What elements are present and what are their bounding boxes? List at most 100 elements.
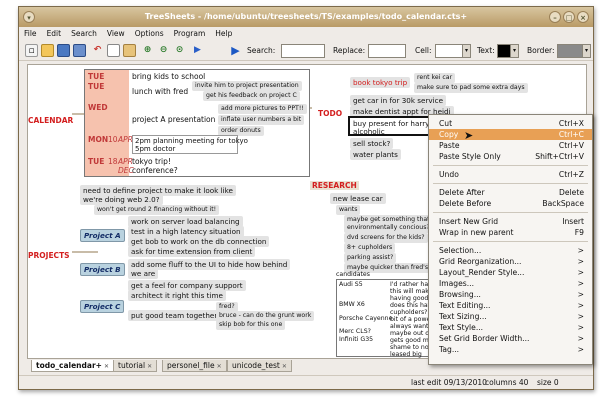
replace-input[interactable] — [368, 44, 406, 58]
menu-item-browsing[interactable]: Browsing... > — [429, 289, 592, 300]
calendar-entry[interactable]: project A presentation — [132, 115, 215, 124]
search-input[interactable] — [281, 44, 325, 58]
zoom-out-icon[interactable]: ⊖ — [157, 44, 170, 57]
project-b-item[interactable]: we are — [128, 268, 159, 279]
menu-item-text-editing[interactable]: Text Editing... > — [429, 300, 592, 311]
play-icon[interactable]: ▶ — [229, 44, 242, 57]
calendar-entry[interactable]: tokyo trip! — [132, 157, 171, 166]
candidate-car[interactable]: Merc CLS? — [339, 328, 371, 336]
minimize-icon[interactable]: – — [549, 11, 561, 23]
todo-item[interactable]: book tokyo trip — [350, 77, 411, 88]
copy-icon[interactable] — [107, 44, 120, 57]
text-color-select[interactable]: ▾ — [497, 44, 519, 58]
project-a-item[interactable]: ask for time extension from client — [128, 246, 256, 257]
candidate-car[interactable]: Audi S5 — [339, 281, 363, 289]
tab-personel-file[interactable]: personel_file ✕ — [162, 360, 227, 372]
project-intro[interactable]: we're doing web 2.0? — [80, 194, 163, 205]
menu-item-cut[interactable]: Cut Ctrl+X — [429, 118, 592, 129]
zoom-in-icon[interactable]: ⊕ — [141, 44, 154, 57]
calendar-entry[interactable]: conference? — [132, 166, 178, 175]
project-c-item[interactable]: architect it right this time — [128, 290, 226, 301]
wants-label[interactable]: wants — [336, 205, 361, 215]
save-as-icon[interactable] — [73, 44, 86, 57]
calendar-subitem[interactable]: inflate user numbers a bit — [218, 115, 305, 125]
project-c-label[interactable]: Project C — [80, 300, 125, 313]
wants-item[interactable]: environmentally concious? — [344, 223, 433, 233]
menu-item-images[interactable]: Images... > — [429, 278, 592, 289]
border-color-select[interactable]: ▾ — [557, 44, 591, 58]
menu-help[interactable]: Help — [210, 27, 237, 41]
window-menu-icon[interactable]: ▾ — [23, 11, 35, 23]
maximize-icon[interactable]: □ — [563, 11, 575, 23]
candidate-car[interactable]: Infiniti G35 — [339, 336, 373, 344]
todo-subitem[interactable]: make sure to pad some extra days — [414, 83, 528, 93]
calendar-entry[interactable]: lunch with fred — [132, 87, 188, 96]
project-a-label[interactable]: Project A — [80, 229, 125, 242]
tab-unicode-test[interactable]: unicode_test ✕ — [227, 360, 292, 372]
todo-item[interactable]: water plants — [350, 149, 401, 160]
menu-edit[interactable]: Edit — [42, 27, 67, 41]
title-bar[interactable]: TreeSheets - /home/ubuntu/treesheets/TS/… — [19, 7, 593, 27]
project-intro-sub[interactable]: won't get round 2 financing without it! — [94, 205, 220, 215]
menu-item-wrap-in-new-parent[interactable]: Wrap in new parent F9 — [429, 227, 592, 238]
menu-options[interactable]: Options — [130, 27, 169, 41]
save-icon[interactable] — [57, 44, 70, 57]
new-doc-icon[interactable]: ▫ — [25, 44, 38, 57]
undo-icon[interactable]: ↶ — [91, 44, 104, 57]
candidate-car[interactable]: Porsche Cayenne — [339, 315, 392, 323]
calendar-day: TUE — [88, 82, 105, 91]
close-icon[interactable]: ✕ — [282, 361, 287, 373]
menu-item-selection[interactable]: Selection... > — [429, 245, 592, 256]
menu-item-text-style[interactable]: Text Style... > — [429, 322, 592, 333]
todo-subitem[interactable]: rent kei car — [414, 73, 456, 83]
menu-program[interactable]: Program — [169, 27, 211, 41]
menu-item-paste-style-only[interactable]: Paste Style Only Shift+Ctrl+V — [429, 151, 592, 162]
todo-item[interactable]: get car in for 30k service — [350, 95, 447, 106]
window-title: TreeSheets - /home/ubuntu/treesheets/TS/… — [144, 12, 468, 21]
menu-item-text-sizing[interactable]: Text Sizing... > — [429, 311, 592, 322]
paste-icon[interactable] — [123, 44, 136, 57]
menu-file[interactable]: File — [19, 27, 42, 41]
project-b-label[interactable]: Project B — [80, 263, 125, 276]
menu-item-tag[interactable]: Tag... > — [429, 344, 592, 355]
zoom-reset-icon[interactable]: ⊙ — [173, 44, 186, 57]
menu-item-paste[interactable]: Paste Ctrl+V — [429, 140, 592, 151]
research-item[interactable]: new lease car — [330, 193, 386, 204]
close-icon[interactable]: × — [577, 11, 589, 23]
menu-item-insert-new-grid[interactable]: Insert New Grid Insert — [429, 216, 592, 227]
close-icon[interactable]: ✕ — [147, 361, 152, 373]
menu-item-delete-after[interactable]: Delete After Delete — [429, 187, 592, 198]
close-icon[interactable]: ✕ — [217, 361, 222, 373]
team-member[interactable]: skip bob for this one — [216, 320, 286, 330]
calendar-subitem[interactable]: invite him to project presentation — [192, 81, 302, 91]
candidate-note[interactable]: leased big — [390, 351, 422, 358]
calendar-subitem[interactable]: add more pictures to PPT!! — [218, 104, 307, 114]
wants-item[interactable]: parking assist? — [344, 253, 397, 263]
project-c-item[interactable]: put good team together — [128, 310, 221, 321]
search-label: Search: — [247, 46, 276, 55]
wants-item[interactable]: dvd screens for the kids? — [344, 233, 428, 243]
menu-item-grid-reorganization[interactable]: Grid Reorganization... > — [429, 256, 592, 267]
close-icon[interactable]: ✕ — [104, 361, 109, 373]
cell-color-select[interactable]: ▾ — [435, 44, 471, 58]
tab-tutorial[interactable]: tutorial ✕ — [113, 360, 158, 373]
chevron-down-icon: ▾ — [462, 45, 470, 57]
calendar-subitem[interactable]: get his feedback on project C — [203, 91, 300, 101]
candidate-car[interactable]: BMW X6 — [339, 301, 365, 309]
menu-item-set-grid-border-width[interactable]: Set Grid Border Width... > — [429, 333, 592, 344]
menu-item-layout-render-style[interactable]: Layout_Render Style... > — [429, 267, 592, 278]
todo-item[interactable]: sell stock? — [350, 138, 394, 149]
menu-search[interactable]: Search — [66, 27, 102, 41]
menu-item-undo[interactable]: Undo Ctrl+Z — [429, 169, 592, 180]
open-folder-icon[interactable] — [41, 44, 54, 57]
menu-view[interactable]: View — [102, 27, 130, 41]
tab-todo-calendar[interactable]: todo_calendar+ ✕ — [31, 360, 114, 372]
wants-item[interactable]: 8+ cupholders — [344, 243, 396, 253]
calendar-entry[interactable]: 2pm planning meeting for tokyo 5pm docto… — [132, 135, 248, 154]
border-color-label: Border: — [527, 46, 555, 55]
menu-item-copy[interactable]: Copy Ctrl+C — [429, 129, 592, 140]
run-icon[interactable]: ▶ — [191, 44, 204, 57]
calendar-entry[interactable]: bring kids to school — [132, 72, 205, 81]
replace-label: Replace: — [333, 46, 366, 55]
menu-item-delete-before[interactable]: Delete Before BackSpace — [429, 198, 592, 209]
